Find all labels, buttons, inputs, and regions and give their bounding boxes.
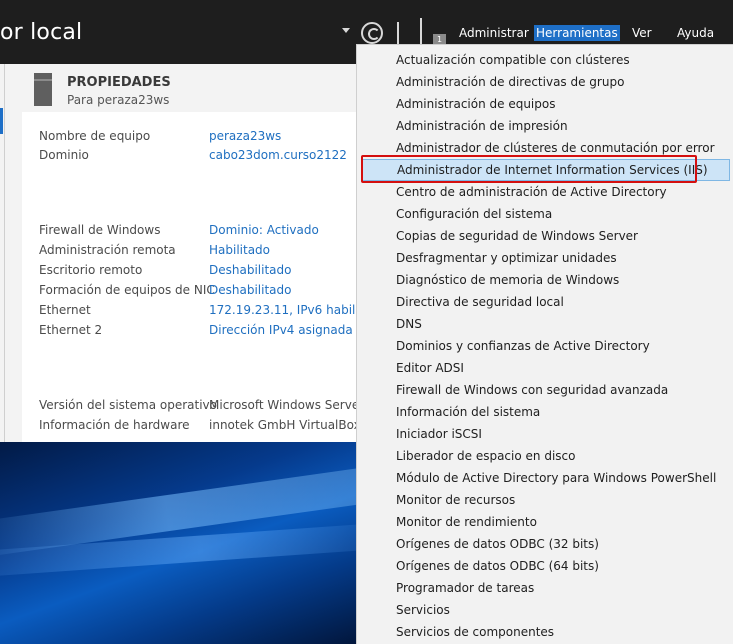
property-row: Dominio cabo23dom.curso2122 <box>39 148 359 166</box>
menu-item[interactable]: Firewall de Windows con seguridad avanza… <box>362 379 730 401</box>
menu-item[interactable]: DNS <box>362 313 730 335</box>
property-value-link[interactable]: cabo23dom.curso2122 <box>209 148 347 162</box>
property-label: Firewall de Windows <box>39 223 161 237</box>
property-value-link[interactable]: Dominio: Activado <box>209 223 319 237</box>
property-row: Firewall de Windows Dominio: Activado <box>39 223 359 241</box>
property-value-link[interactable]: Habilitado <box>209 243 270 257</box>
property-row: Ethernet 172.19.23.11, IPv6 habilitado <box>39 303 386 321</box>
property-row: Versión del sistema operativo Microsoft … <box>39 398 376 416</box>
menu-ayuda[interactable]: Ayuda <box>675 25 716 41</box>
property-label: Versión del sistema operativo <box>39 398 217 412</box>
menu-item[interactable]: Administración de equipos <box>362 93 730 115</box>
menu-item[interactable]: Módulo de Active Directory para Windows … <box>362 467 730 489</box>
property-label: Información de hardware <box>39 418 190 432</box>
menu-item[interactable]: Iniciador iSCSI <box>362 423 730 445</box>
server-icon <box>34 73 52 106</box>
property-value-link[interactable]: peraza23ws <box>209 129 281 143</box>
property-label: Escritorio remoto <box>39 263 143 277</box>
property-value-link[interactable]: Deshabilitado <box>209 263 291 277</box>
menu-item[interactable]: Dominios y confianzas de Active Director… <box>362 335 730 357</box>
menu-herramientas[interactable]: Herramientas <box>534 25 620 41</box>
menu-item[interactable]: Programador de tareas <box>362 577 730 599</box>
menu-item[interactable]: Servicios de componentes <box>362 621 730 643</box>
menu-item[interactable]: Diagnóstico de memoria de Windows <box>362 269 730 291</box>
properties-panel: PROPIEDADES Para peraza23ws Nombre de eq… <box>0 64 386 442</box>
menu-item[interactable]: Directiva de seguridad local <box>362 291 730 313</box>
property-row: Escritorio remoto Deshabilitado <box>39 263 359 281</box>
menu-item[interactable]: Orígenes de datos ODBC (32 bits) <box>362 533 730 555</box>
properties-title: PROPIEDADES <box>67 75 171 90</box>
property-row: Información de hardware innotek GmbH Vir… <box>39 418 361 436</box>
menu-item[interactable]: Copias de seguridad de Windows Server <box>362 225 730 247</box>
property-label: Nombre de equipo <box>39 129 151 143</box>
window-title: or local <box>0 20 83 45</box>
menu-item[interactable]: Actualización compatible con clústeres <box>362 49 730 71</box>
property-row: Nombre de equipo peraza23ws <box>39 129 359 147</box>
refresh-icon[interactable] <box>361 22 383 44</box>
toolbar-separator <box>397 22 399 44</box>
property-value-link[interactable]: Deshabilitado <box>209 283 291 297</box>
menu-item[interactable]: Administración de impresión <box>362 115 730 137</box>
property-label: Administración remota <box>39 243 176 257</box>
properties-subtitle: Para peraza23ws <box>67 93 170 107</box>
menu-item[interactable]: Desfragmentar y optimizar unidades <box>362 247 730 269</box>
property-value: Microsoft Windows Server 2 <box>209 398 376 412</box>
menu-item[interactable]: Liberador de espacio en disco <box>362 445 730 467</box>
menu-item[interactable]: Servicios <box>362 599 730 621</box>
menu-administrar[interactable]: Administrar <box>457 25 531 41</box>
property-row: Administración remota Habilitado <box>39 243 359 261</box>
menu-item[interactable]: Centro de administración de Active Direc… <box>362 181 730 203</box>
menu-item[interactable]: Orígenes de datos ODBC (64 bits) <box>362 555 730 577</box>
desktop-wallpaper <box>0 442 356 644</box>
flag-pole <box>420 18 422 46</box>
menu-item[interactable]: Configuración del sistema <box>362 203 730 225</box>
property-value: innotek GmbH VirtualBox <box>209 418 361 432</box>
nav-selected-marker <box>0 108 3 134</box>
property-row: Ethernet 2 Dirección IPv4 asignada por <box>39 323 376 341</box>
property-label: Dominio <box>39 148 89 162</box>
menu-item[interactable]: Monitor de rendimiento <box>362 511 730 533</box>
property-row: Formación de equipos de NIC Deshabilitad… <box>39 283 359 301</box>
highlight-annotation-box <box>361 155 697 183</box>
property-value-link[interactable]: Dirección IPv4 asignada por <box>209 323 376 337</box>
menu-ver[interactable]: Ver <box>630 25 654 41</box>
menu-item[interactable]: Monitor de recursos <box>362 489 730 511</box>
property-label: Ethernet <box>39 303 91 317</box>
property-label: Ethernet 2 <box>39 323 103 337</box>
menu-item[interactable]: Información del sistema <box>362 401 730 423</box>
property-label: Formación de equipos de NIC <box>39 283 215 297</box>
menu-item[interactable]: Administración de directivas de grupo <box>362 71 730 93</box>
menu-item[interactable]: Editor ADSI <box>362 357 730 379</box>
dropdown-arrow-icon[interactable] <box>342 28 350 33</box>
tools-dropdown-menu: Actualización compatible con clústeres A… <box>356 44 733 644</box>
notifications-flag-icon[interactable]: 1 <box>419 18 447 46</box>
properties-content: Nombre de equipo peraza23ws Dominio cabo… <box>22 112 386 442</box>
